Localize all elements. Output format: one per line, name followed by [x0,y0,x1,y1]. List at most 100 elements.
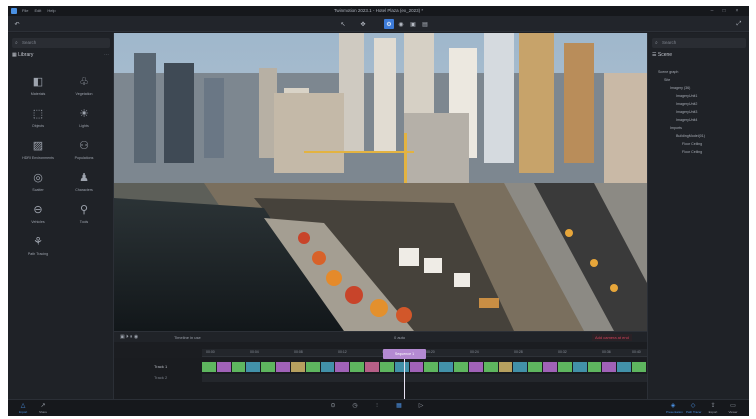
transform-icon[interactable]: ✥ [358,19,368,29]
tree-row[interactable]: ImageryUnit4 [676,118,697,123]
library-item-materials[interactable]: ◧ Materials [18,73,58,103]
tree-row[interactable]: BuildingModel(01) [676,134,705,139]
clock-button[interactable]: ◷ [348,403,362,415]
add-camera-button[interactable]: Add camera at end [592,334,632,341]
app-window: File Edit Help Twinmotion 2023.1 - Hotel… [8,6,749,416]
path-tracer-icon: ◇ [690,403,696,409]
tree-row[interactable]: ImageryUnit2 [676,102,697,107]
library-item-objects[interactable]: ⬚ Objects [18,105,58,135]
video-icon: ▷ [418,403,424,409]
window-title: Twinmotion 2023.1 - Hotel Plaza (ex_2023… [333,8,424,13]
close-icon[interactable]: × [733,7,741,15]
library-item-hdri[interactable]: ▨ HDRI Environments [18,137,58,167]
tree-row[interactable]: Floor Ceiling [682,142,702,147]
share-button[interactable]: ↗ Share [36,403,50,415]
scene-icon: ☰ [652,52,657,58]
timeline-clip[interactable] [543,362,558,372]
sliders-button[interactable]: ⫶ [370,403,384,415]
playhead-marker[interactable]: Sequence 1 [383,349,426,359]
timeline-clip[interactable] [617,362,633,372]
library-item-vegetation[interactable]: ♧ Vegetation [64,73,104,103]
timeline-clip[interactable] [320,362,336,372]
layers-icon[interactable]: ▤ [420,19,430,29]
expand-icon[interactable]: ⤢ [734,19,744,29]
ruler-tick: 00:08 [294,350,303,354]
tree-row[interactable]: Floor Ceiling [682,150,702,155]
track-1-clips[interactable] [202,362,647,372]
timeline-clip[interactable] [365,362,380,372]
library-item-path-tracing[interactable]: ⚘ Path Tracing [18,233,58,263]
library-item-populations[interactable]: ⚇ Populations [64,137,104,167]
timeline-controls-icon[interactable]: ▣ ⏵ ⏸ ◉ [120,334,138,340]
library-search-input[interactable]: ⌕ Search [12,38,110,48]
library-item-tools[interactable]: ⚲ Tools [64,201,104,231]
timeline-clip[interactable] [557,362,573,372]
camera-icon: ⊙ [330,403,336,409]
share-icon: ↗ [40,403,46,409]
timeline-clip[interactable] [587,362,603,372]
library-panel: ⌕ Search ▦ Library ⋯ ◧ Materials ♧ Veget… [8,33,114,399]
city-scene-render [114,33,647,331]
timeline-clip[interactable] [350,362,366,372]
track-2-label[interactable]: Track 2 [154,375,167,380]
3d-viewport[interactable] [114,33,647,331]
timeline-clip[interactable] [572,362,588,372]
timeline-clip[interactable] [468,362,484,372]
view-icon[interactable]: ▣ [408,19,418,29]
timeline-clip[interactable] [409,362,425,372]
timeline-clip[interactable] [528,362,544,372]
timeline-clip[interactable] [379,362,395,372]
media-button[interactable]: ▦ [392,403,406,415]
search-icon: ⌕ [655,40,658,46]
library-item-characters[interactable]: ♟ Characters [64,169,104,199]
library-item-scatter[interactable]: ◎ Scatter [18,169,58,199]
ruler-tick: 00:20 [426,350,435,354]
track-2-row[interactable] [202,374,647,382]
tree-row[interactable]: ImageryUnit1 [676,94,697,99]
tree-row[interactable]: Imports [670,126,682,131]
camera-icon[interactable]: ◉ [396,19,406,29]
timeline-clip[interactable] [231,362,247,372]
library-options-icon[interactable]: ⋯ [104,52,109,58]
export-button[interactable]: ⇪ Export [706,403,720,415]
tree-row[interactable]: ImageryUnit3 [676,110,697,115]
bottom-bar: △ Import ↗ Share ⊙ ◷ ⫶ ▦ ▷ ◈ Presentatio… [8,399,749,416]
settings-icon[interactable]: ⚙ [384,19,394,29]
library-item-lights[interactable]: ☀ Lights [64,105,104,135]
path-tracer-button[interactable]: ◇ Path Tracer [686,403,702,415]
timeline-clip[interactable] [513,362,529,372]
timeline-clip[interactable] [246,362,262,372]
tree-row[interactable]: Imagery (36) [670,86,690,91]
track-1-label[interactable]: Track 1 [154,364,167,369]
library-item-vehicles[interactable]: ⊖ Vehicles [18,201,58,231]
scene-search-input[interactable]: ⌕ Search [652,38,746,48]
timeline-clip[interactable] [305,362,321,372]
timeline-clip[interactable] [290,362,306,372]
timeline-clip[interactable] [498,362,514,372]
camera-button[interactable]: ⊙ [326,403,340,415]
timeline-clip[interactable] [202,362,217,372]
tree-row[interactable]: Site [664,78,670,83]
undo-icon[interactable]: ↶ [12,19,22,29]
title-bar: File Edit Help Twinmotion 2023.1 - Hotel… [8,6,749,16]
timeline-clip[interactable] [394,362,410,372]
timeline-clip[interactable] [424,362,440,372]
maximize-icon[interactable]: □ [720,7,728,15]
ruler-tick: 00:04 [250,350,259,354]
timeline-clip[interactable] [216,362,232,372]
timeline-clip[interactable] [335,362,351,372]
minimize-icon[interactable]: – [708,7,716,15]
timeline-clip[interactable] [454,362,469,372]
viewer-button[interactable]: ▭ Viewer [726,403,740,415]
timeline-clip[interactable] [632,362,647,372]
tree-row[interactable]: Scene graph [658,70,678,75]
import-button[interactable]: △ Import [16,403,30,415]
video-button[interactable]: ▷ [414,403,428,415]
timeline-clip[interactable] [602,362,618,372]
timeline-clip[interactable] [483,362,499,372]
timeline-clip[interactable] [276,362,291,372]
timeline-clip[interactable] [439,362,455,372]
presentation-button[interactable]: ◈ Presentation [666,403,683,415]
cursor-icon[interactable]: ↖ [338,19,348,29]
timeline-clip[interactable] [261,362,277,372]
